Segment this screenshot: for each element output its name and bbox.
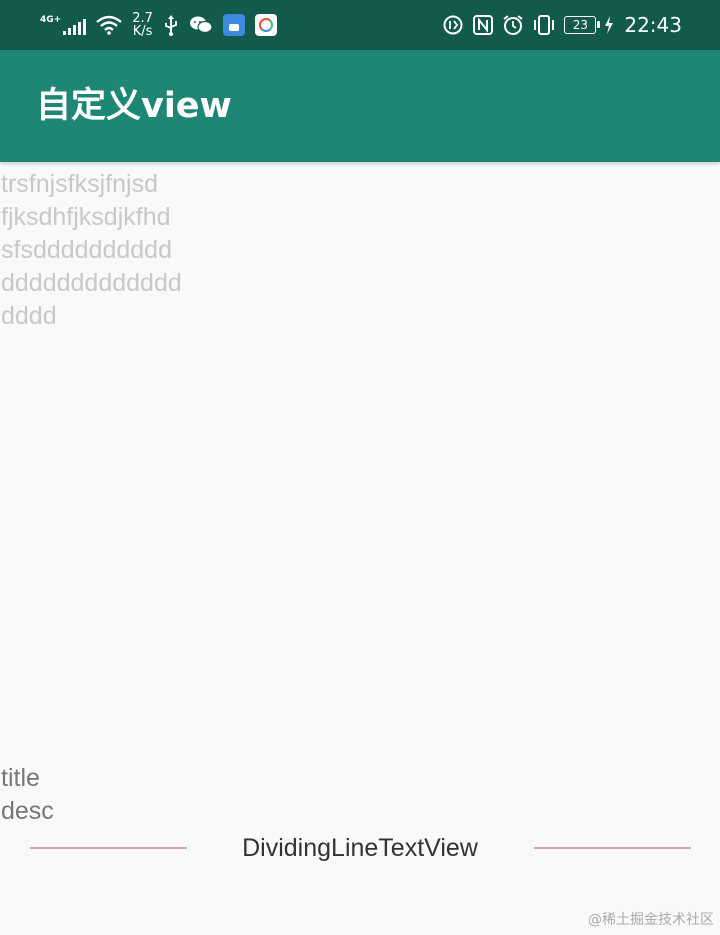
wifi-icon <box>96 15 122 35</box>
divider-line-right <box>534 847 691 849</box>
desc-label: desc <box>1 797 54 825</box>
text-line: sfsdddddddddd <box>1 236 172 264</box>
wechat-icon <box>189 15 213 35</box>
status-bar-right: 23 22:43 <box>442 0 682 50</box>
watermark: @稀土掘金技术社区 <box>588 912 714 928</box>
usb-icon <box>163 14 179 36</box>
status-time: 22:43 <box>624 13 682 37</box>
charging-icon <box>604 16 614 34</box>
status-bar-left: 4G+ 2.7 K/s <box>40 0 277 50</box>
status-bar: 4G+ 2.7 K/s 23 22:43 <box>0 0 720 50</box>
title-label: title <box>1 764 40 792</box>
text-line: trsfnjsfksjfnjsd <box>1 170 158 198</box>
wallet-app-icon <box>222 14 245 36</box>
text-line: ddddddddddddd <box>1 269 182 297</box>
alarm-icon <box>502 14 524 36</box>
battery-level: 23 <box>572 18 588 32</box>
toolbar-title: 自定义view <box>36 86 232 126</box>
text-line: dddd <box>1 302 57 330</box>
data-saver-icon <box>442 14 464 36</box>
signal-icon <box>63 18 87 35</box>
vibrate-icon <box>532 14 556 36</box>
text-line: fjksdhfjksdjkfhd <box>1 203 171 231</box>
battery-indicator: 23 <box>564 16 601 34</box>
custom-text-view: trsfnjsfksjfnjsd fjksdhfjksdjkfhd sfsddd… <box>1 168 182 333</box>
dividing-line-text-view: DividingLineTextView <box>0 830 720 866</box>
network-type-label: 4G+ <box>40 14 62 25</box>
browser-app-icon <box>254 14 277 36</box>
speed-unit: K/s <box>132 24 153 39</box>
nfc-icon <box>472 14 494 36</box>
network-speed: 2.7 K/s <box>132 12 153 38</box>
app-toolbar: 自定义view <box>0 50 720 162</box>
cellular-status: 4G+ <box>40 14 87 35</box>
